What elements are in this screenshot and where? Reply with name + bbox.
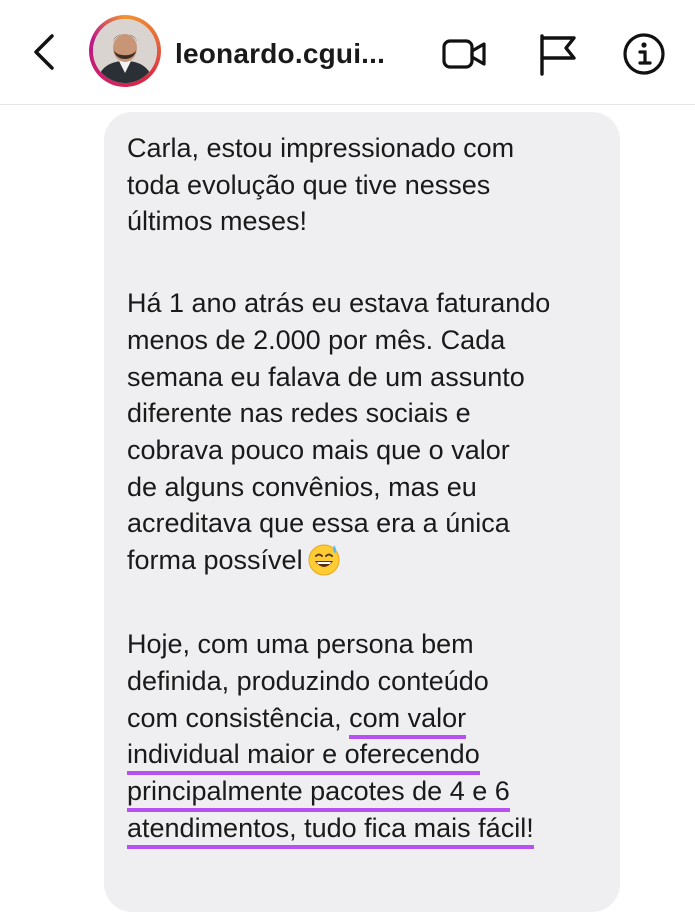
profile-photo bbox=[93, 19, 157, 83]
message-line: definida, produzindo conteúdo bbox=[127, 666, 489, 696]
message-line: principalmente pacotes de 4 e 6 bbox=[127, 773, 510, 812]
message-line: semana eu falava de um assunto bbox=[127, 362, 525, 392]
highlighted-text: individual maior e oferecendo bbox=[127, 739, 480, 775]
message-line: com consistência, com valor bbox=[127, 700, 467, 739]
message-line: diferente nas redes sociais e bbox=[127, 398, 471, 428]
video-call-icon[interactable] bbox=[442, 32, 486, 76]
message-line: toda evolução que tive nesses bbox=[127, 170, 491, 200]
message-line: individual maior e oferecendo bbox=[127, 736, 480, 775]
highlighted-text: atendimentos, tudo fica mais fácil! bbox=[127, 813, 534, 849]
chat-username[interactable]: leonardo.cgui... bbox=[175, 38, 385, 70]
grinning-sweat-emoji bbox=[308, 544, 340, 576]
flag-icon[interactable] bbox=[536, 32, 580, 76]
message-line: últimos meses! bbox=[127, 206, 308, 236]
chevron-left-icon[interactable] bbox=[28, 32, 60, 72]
message-line: cobrava pouco mais que o valor bbox=[127, 435, 510, 465]
message-line: de alguns convênios, mas eu bbox=[127, 472, 477, 502]
message-line: Há 1 ano atrás eu estava faturando bbox=[127, 288, 551, 318]
message-line-text: com consistência, bbox=[127, 703, 342, 733]
message-line: Carla, estou impressionado com bbox=[127, 133, 515, 163]
message-line: atendimentos, tudo fica mais fácil! bbox=[127, 810, 534, 849]
info-icon[interactable] bbox=[622, 32, 666, 76]
chat-header: leonardo.cgui... bbox=[0, 0, 695, 105]
highlighted-text: com valor bbox=[349, 703, 467, 739]
avatar[interactable] bbox=[89, 15, 161, 87]
message-line: forma possível bbox=[127, 542, 341, 579]
highlighted-text: principalmente pacotes de 4 e 6 bbox=[127, 776, 510, 812]
message-line: Hoje, com uma persona bem bbox=[127, 629, 474, 659]
message-line: acreditava que essa era a única bbox=[127, 508, 510, 538]
message-line: menos de 2.000 por mês. Cada bbox=[127, 325, 506, 355]
message-line-text: forma possível bbox=[127, 545, 303, 575]
